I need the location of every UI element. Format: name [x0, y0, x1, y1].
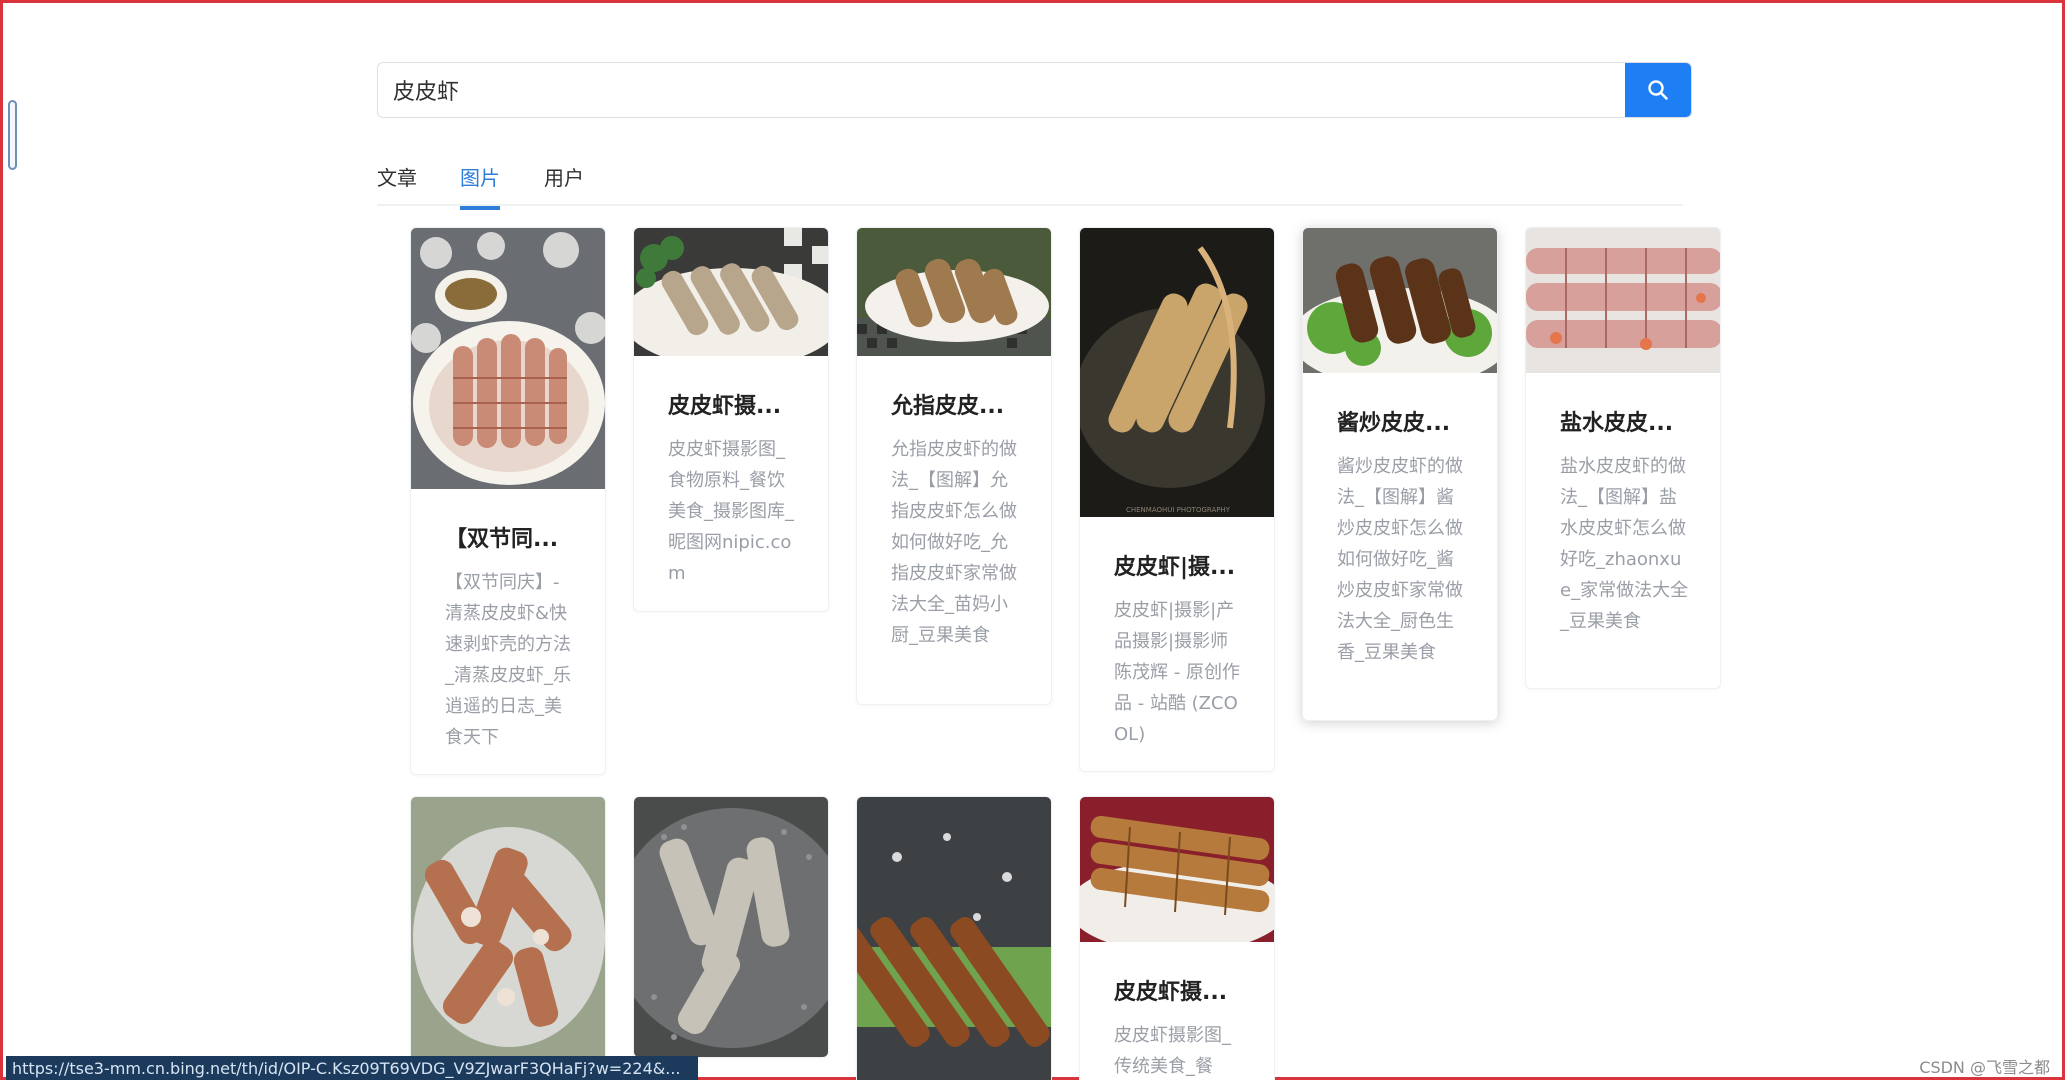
result-thumbnail: CHENMAOHUI PHOTOGRAPHY [1080, 228, 1274, 517]
search-button[interactable] [1625, 63, 1691, 117]
result-description: 允指皮皮虾的做法_【图解】允指皮皮虾怎么做如何做好吃_允指皮皮虾家常做法大全_苗… [891, 439, 1017, 646]
status-bar-url: https://tse3-mm.cn.bing.net/th/id/OIP-C.… [6, 1056, 698, 1080]
search-icon [1648, 80, 1668, 100]
image-result-card[interactable] [856, 796, 1052, 1080]
result-title: 【双节同... [445, 527, 559, 552]
result-tabs: 文章 图片 用户 [377, 158, 1683, 210]
result-title: 皮皮虾摄... [668, 394, 782, 419]
tab-articles[interactable]: 文章 [377, 162, 417, 206]
image-result-card[interactable] [633, 796, 829, 1058]
image-result-card[interactable]: CHENMAOHUI PHOTOGRAPHY 皮皮虾|摄... 皮皮虾|摄影|产… [1079, 227, 1275, 772]
tab-users[interactable]: 用户 [544, 162, 584, 206]
result-title: 酱炒皮皮... [1337, 411, 1451, 436]
scrollbar-thumb[interactable] [8, 100, 17, 170]
image-result-card[interactable]: 酱炒皮皮... 酱炒皮皮虾的做法_【图解】酱炒皮皮虾怎么做如何做好吃_酱炒皮皮虾… [1302, 227, 1498, 721]
image-watermark-text: CHENMAOHUI PHOTOGRAPHY [1126, 506, 1231, 514]
tab-images[interactable]: 图片 [460, 162, 500, 210]
result-thumbnail [634, 797, 828, 1057]
result-title: 皮皮虾|摄... [1114, 555, 1236, 580]
result-description: 【双节同庆】-清蒸皮皮虾&快速剥虾壳的方法_清蒸皮皮虾_乐逍遥的日志_美食天下 [445, 572, 571, 748]
search-input[interactable] [378, 63, 1628, 117]
image-result-card[interactable]: 允指皮皮... 允指皮皮虾的做法_【图解】允指皮皮虾怎么做如何做好吃_允指皮皮虾… [856, 227, 1052, 705]
image-result-card[interactable]: 【双节同... 【双节同庆】-清蒸皮皮虾&快速剥虾壳的方法_清蒸皮皮虾_乐逍遥的… [410, 227, 606, 775]
image-result-card[interactable] [410, 796, 606, 1080]
image-result-card[interactable]: 盐水皮皮... 盐水皮皮虾的做法_【图解】盐水皮皮虾怎么做好吃_zhaonxue… [1525, 227, 1721, 689]
result-thumbnail [1080, 797, 1274, 942]
result-thumbnail [1303, 228, 1497, 373]
search-bar [377, 62, 1692, 118]
result-description: 皮皮虾摄影图_食物原料_餐饮美食_摄影图库_昵图网nipic.com [668, 439, 794, 584]
result-title: 允指皮皮... [891, 394, 1005, 419]
result-thumbnail [857, 797, 1051, 1080]
result-description: 皮皮虾摄影图_传统美食_餐 [1114, 1025, 1231, 1077]
image-result-card[interactable]: 皮皮虾摄... 皮皮虾摄影图_传统美食_餐 [1079, 796, 1275, 1080]
csdn-watermark: CSDN @飞雪之都 [1919, 1058, 2050, 1077]
result-thumbnail [411, 797, 605, 1059]
result-title: 皮皮虾摄... [1114, 980, 1228, 1005]
result-description: 酱炒皮皮虾的做法_【图解】酱炒皮皮虾怎么做如何做好吃_酱炒皮皮虾家常做法大全_厨… [1337, 456, 1463, 663]
result-description: 皮皮虾|摄影|产品摄影|摄影师陈茂辉 - 原创作品 - 站酷 (ZCOOL) [1114, 600, 1240, 745]
result-thumbnail [857, 228, 1051, 356]
result-description: 盐水皮皮虾的做法_【图解】盐水皮皮虾怎么做好吃_zhaonxue_家常做法大全_… [1560, 456, 1689, 632]
image-result-card[interactable]: 皮皮虾摄... 皮皮虾摄影图_食物原料_餐饮美食_摄影图库_昵图网nipic.c… [633, 227, 829, 612]
result-title: 盐水皮皮... [1560, 411, 1674, 436]
result-thumbnail [1526, 228, 1720, 373]
result-thumbnail [634, 228, 828, 356]
result-thumbnail [411, 228, 605, 489]
